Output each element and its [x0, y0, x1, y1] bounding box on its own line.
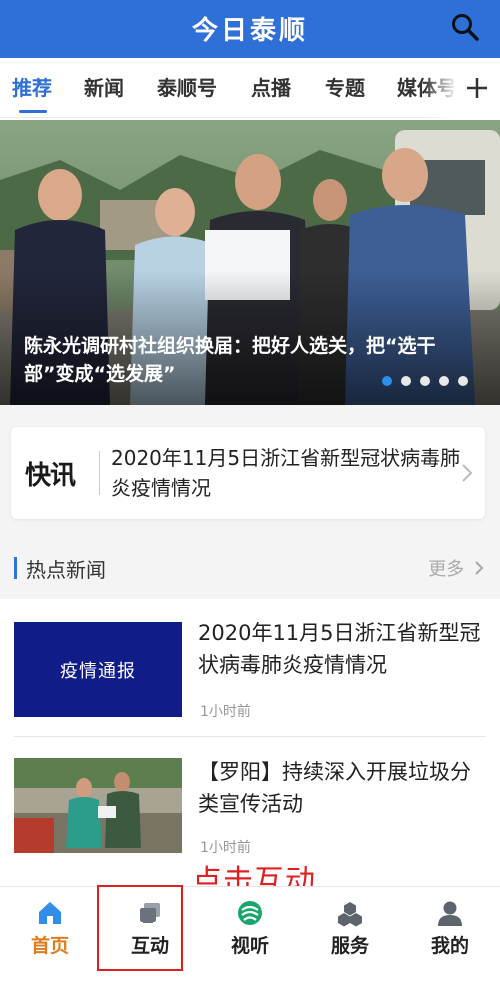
news-thumbnail: [14, 758, 182, 853]
news-item[interactable]: 疫情通报 2020年11月5日浙江省新型冠状病毒肺炎疫情情况 1小时前: [0, 599, 500, 736]
nav-media[interactable]: 视听: [200, 887, 300, 972]
search-icon[interactable]: [450, 12, 480, 42]
section-title: 热点新闻: [26, 558, 106, 582]
flash-news-card[interactable]: 快讯 2020年11月5日浙江省新型冠状病毒肺炎疫情情况: [11, 427, 485, 519]
app-header: 今日泰顺: [0, 0, 500, 58]
chevron-right-icon: [462, 464, 473, 482]
chevron-right-icon: [475, 561, 484, 575]
app-title: 今日泰顺: [191, 16, 308, 46]
home-icon: [39, 902, 61, 924]
profile-icon: [438, 901, 462, 926]
nav-service[interactable]: 服务: [300, 887, 400, 972]
carousel-dot: [382, 376, 392, 386]
carousel-dot: [420, 376, 430, 386]
banner-carousel[interactable]: 陈永光调研村社组织换届：把好人选关，把“选干部”变成“选发展”: [0, 120, 500, 405]
news-title: 2020年11月5日浙江省新型冠状病毒肺炎疫情情况: [198, 621, 481, 677]
bottom-navigation: 首页 互动 视听 服务 我的: [0, 886, 500, 981]
flash-news-logo: 快讯: [25, 461, 76, 491]
carousel-dot: [439, 376, 449, 386]
tab-taishun-account[interactable]: 泰顺号: [157, 72, 217, 101]
carousel-dot: [401, 376, 411, 386]
active-tab-indicator: [19, 110, 47, 113]
tab-vod[interactable]: 点播: [251, 72, 291, 101]
nav-profile[interactable]: 我的: [400, 887, 500, 972]
news-time: 1小时前: [200, 840, 251, 856]
tab-recommend[interactable]: 推荐: [12, 72, 52, 101]
hot-news-header: 热点新闻 更多: [0, 537, 500, 599]
add-channel-icon[interactable]: [454, 58, 500, 118]
service-icon: [338, 902, 362, 927]
more-link[interactable]: 更多: [428, 555, 484, 581]
flash-news-text: 2020年11月5日浙江省新型冠状病毒肺炎疫情情况: [111, 446, 461, 500]
carousel-dot: [458, 376, 468, 386]
highlight-box: [97, 885, 183, 971]
news-title: 【罗阳】持续深入开展垃圾分类宣传活动: [198, 760, 471, 816]
tab-topics[interactable]: 专题: [325, 72, 365, 101]
carousel-indicators: [382, 376, 468, 386]
media-icon: [238, 901, 262, 925]
news-thumbnail: 疫情通报: [14, 622, 182, 717]
channel-tabs: 推荐 新闻 泰顺号 点播 专题 媒体号: [0, 58, 500, 118]
tab-news[interactable]: 新闻: [84, 72, 124, 101]
nav-home[interactable]: 首页: [0, 887, 100, 972]
news-time: 1小时前: [200, 704, 251, 720]
